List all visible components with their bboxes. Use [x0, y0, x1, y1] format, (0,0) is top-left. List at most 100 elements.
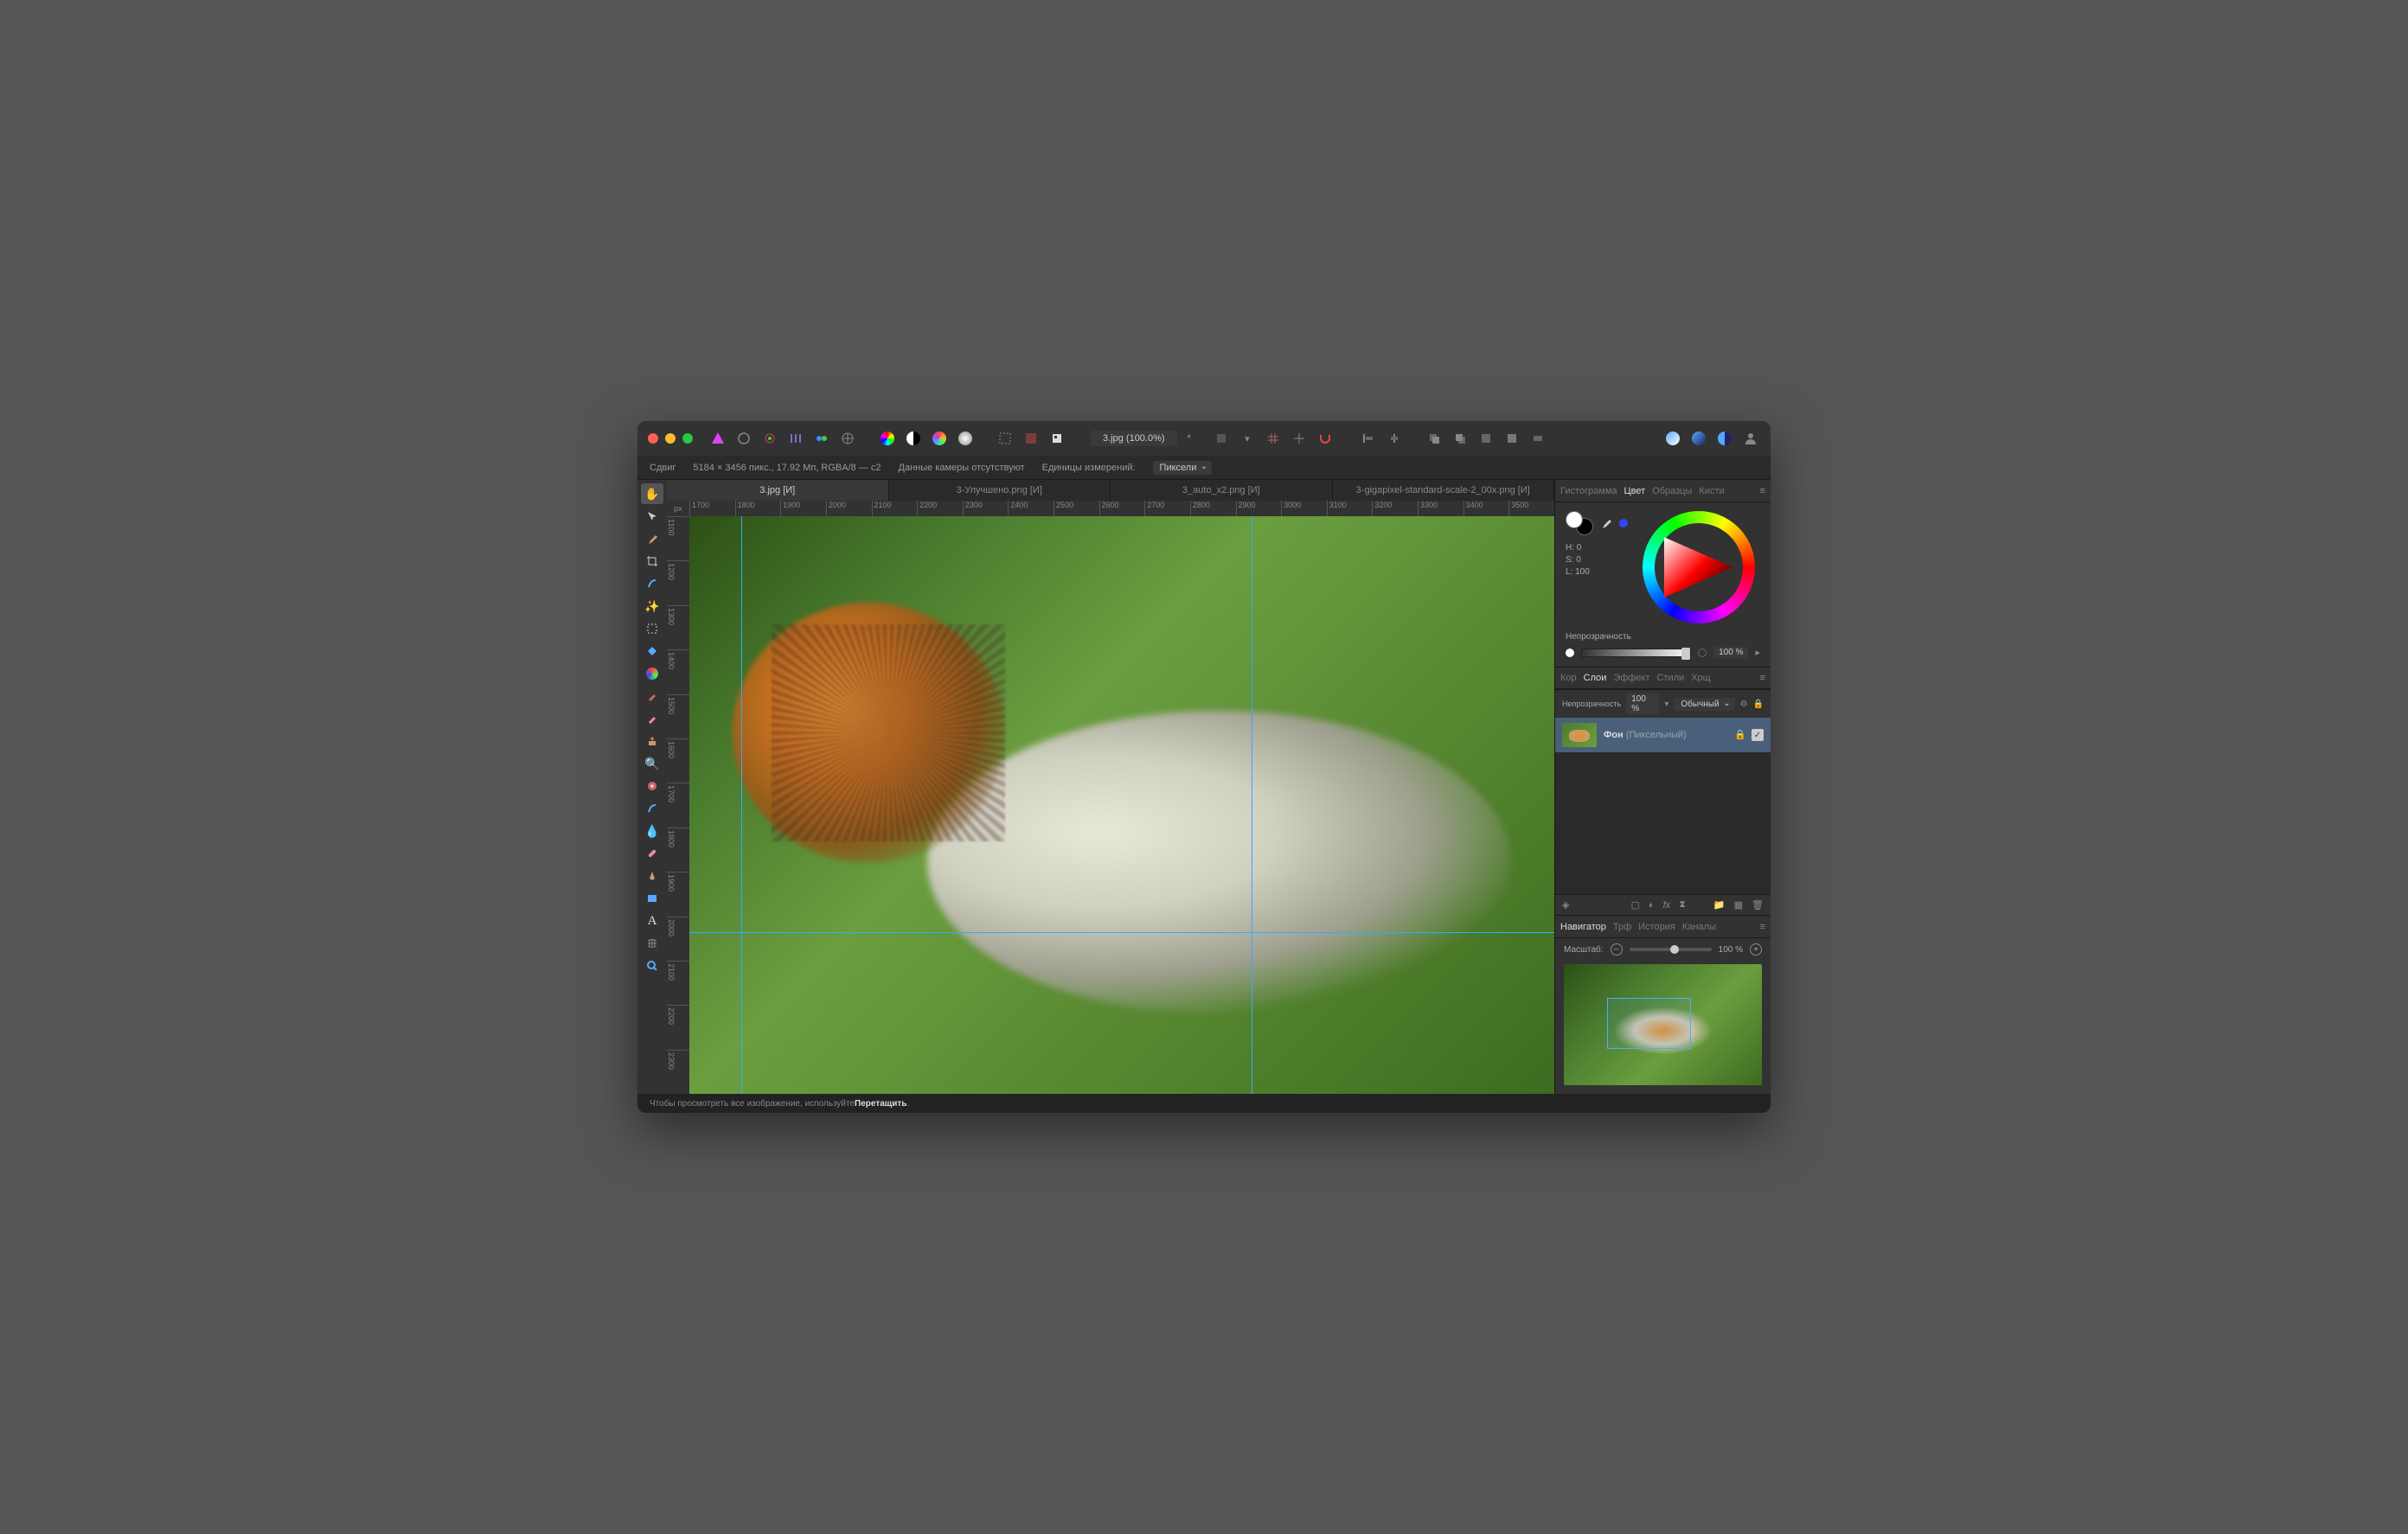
tab-channels[interactable]: Каналы: [1682, 922, 1716, 932]
bw-icon[interactable]: [904, 429, 923, 448]
gear-icon[interactable]: ⚙: [1740, 700, 1748, 709]
recent-color[interactable]: [1619, 519, 1628, 527]
eyedropper-icon[interactable]: [1600, 517, 1612, 529]
doc-tab-3[interactable]: 3-gigapixel-standard-scale-2_00x.png [И]: [1333, 480, 1555, 501]
tab-layers[interactable]: Слои: [1584, 673, 1607, 683]
account-icon[interactable]: [1741, 429, 1760, 448]
grid-icon[interactable]: [1264, 429, 1283, 448]
zoom-tool[interactable]: [641, 956, 663, 976]
tab-brushes[interactable]: Кисти: [1699, 486, 1724, 496]
persona-develop-icon[interactable]: [786, 429, 805, 448]
clone-tool[interactable]: [641, 731, 663, 751]
maximize-button[interactable]: [682, 433, 693, 444]
guides-icon[interactable]: [1290, 429, 1309, 448]
layer-blend-icon[interactable]: ◈: [1562, 899, 1569, 911]
inpaint-tool[interactable]: [641, 776, 663, 796]
quickfx-1-icon[interactable]: [1663, 429, 1682, 448]
persona-liquify-icon[interactable]: [760, 429, 779, 448]
quickfx-2-icon[interactable]: [1689, 429, 1708, 448]
align-left-icon[interactable]: [1359, 429, 1378, 448]
zoom-slider[interactable]: [1630, 948, 1712, 951]
persona-photo-icon[interactable]: [734, 429, 753, 448]
live-filter-icon[interactable]: ⧗: [1679, 899, 1686, 911]
move-tool[interactable]: [641, 506, 663, 527]
color-wheel[interactable]: [1643, 511, 1755, 623]
crop-preview-icon[interactable]: [1212, 429, 1231, 448]
erase-tool[interactable]: [641, 708, 663, 729]
minimize-button[interactable]: [665, 433, 676, 444]
lock-icon[interactable]: 🔒: [1734, 729, 1746, 741]
hand-tool[interactable]: ✋: [641, 483, 663, 504]
arrange-1-icon[interactable]: [1425, 429, 1444, 448]
refine-icon[interactable]: [1047, 429, 1066, 448]
lut-icon[interactable]: [930, 429, 949, 448]
flood-select-tool[interactable]: ✨: [641, 596, 663, 617]
lock-icon[interactable]: 🔒: [1753, 700, 1764, 709]
panel-menu-icon[interactable]: ≡: [1760, 922, 1765, 932]
arrange-5-icon[interactable]: [1528, 429, 1547, 448]
arrange-3-icon[interactable]: [1476, 429, 1495, 448]
text-tool[interactable]: A: [641, 911, 663, 931]
tab-styles[interactable]: Стили: [1657, 673, 1685, 683]
mesh-tool[interactable]: [641, 933, 663, 954]
guide-vertical[interactable]: [741, 516, 742, 1094]
delete-icon[interactable]: 🗑: [1752, 899, 1764, 911]
tab-navigator[interactable]: Навигатор: [1560, 922, 1606, 932]
visibility-checkbox[interactable]: ✓: [1752, 729, 1764, 741]
vignette-icon[interactable]: [956, 429, 975, 448]
doc-tab-2[interactable]: 3_auto_x2.png [И]: [1111, 480, 1333, 501]
tab-effects[interactable]: Эффект: [1613, 673, 1649, 683]
opacity-dropdown-icon[interactable]: ▸: [1755, 647, 1760, 658]
layer-opacity-value[interactable]: 100 %: [1626, 693, 1659, 714]
doc-tab-0[interactable]: 3.jpg [И]: [667, 480, 889, 501]
ruler-horizontal[interactable]: 1700180019002000210022002300240025002600…: [689, 501, 1554, 516]
panel-menu-icon[interactable]: ≡: [1760, 673, 1765, 683]
units-select[interactable]: Пиксели: [1153, 461, 1213, 475]
snap-icon[interactable]: [1316, 429, 1335, 448]
doc-tab-1[interactable]: 3-Улучшено.png [И]: [889, 480, 1111, 501]
add-pixel-icon[interactable]: ▦: [1734, 899, 1743, 911]
color-picker-tool[interactable]: [641, 528, 663, 549]
crop-tool[interactable]: [641, 551, 663, 572]
mask-icon[interactable]: ▢: [1631, 899, 1640, 911]
flood-fill-tool[interactable]: [641, 641, 663, 662]
arrange-2-icon[interactable]: [1451, 429, 1470, 448]
panel-menu-icon[interactable]: ≡: [1760, 486, 1765, 496]
dropdown-icon[interactable]: ▾: [1238, 429, 1257, 448]
dodge-tool[interactable]: 🔍: [641, 753, 663, 774]
align-center-icon[interactable]: [1385, 429, 1404, 448]
pen-tool[interactable]: [641, 866, 663, 886]
tab-history[interactable]: История: [1638, 922, 1675, 932]
paint-brush-tool[interactable]: [641, 686, 663, 706]
tab-swatches[interactable]: Образцы: [1652, 486, 1692, 496]
close-button[interactable]: [648, 433, 658, 444]
quickmask-icon[interactable]: [1021, 429, 1041, 448]
blur-tool[interactable]: 💧: [641, 821, 663, 841]
persona-tone-icon[interactable]: [812, 429, 831, 448]
tab-stock[interactable]: Хрщ: [1691, 673, 1711, 683]
arrange-4-icon[interactable]: [1502, 429, 1521, 448]
opacity-slider[interactable]: [1581, 649, 1691, 657]
smudge-tool[interactable]: [641, 798, 663, 819]
blend-mode-select[interactable]: Обычный: [1674, 698, 1734, 711]
adjust-icon[interactable]: ◐: [1649, 900, 1655, 911]
tab-adjustments[interactable]: Кор: [1560, 673, 1577, 683]
ruler-unit[interactable]: px: [667, 501, 689, 516]
rectangle-tool[interactable]: [641, 888, 663, 909]
selection-brush-tool[interactable]: [641, 573, 663, 594]
ruler-vertical[interactable]: 1100120013001400150016001700180019002000…: [667, 516, 689, 1094]
marquee-tool[interactable]: [641, 618, 663, 639]
zoom-out-icon[interactable]: −: [1611, 943, 1623, 956]
tab-transform[interactable]: Трф: [1613, 922, 1631, 932]
tab-histogram[interactable]: Гистограмма: [1560, 486, 1617, 496]
layer-row[interactable]: Фон (Пиксельный) 🔒 ✓: [1555, 718, 1771, 752]
navigator-viewport[interactable]: [1607, 998, 1690, 1049]
persona-export-icon[interactable]: [838, 429, 857, 448]
canvas[interactable]: [689, 516, 1554, 1094]
navigator-preview[interactable]: [1564, 964, 1762, 1085]
guide-horizontal[interactable]: [689, 932, 1554, 933]
fx-icon[interactable]: fx: [1663, 900, 1671, 911]
tab-color[interactable]: Цвет: [1624, 486, 1646, 496]
selection-icon[interactable]: [996, 429, 1015, 448]
color-swatches[interactable]: [1566, 511, 1593, 535]
